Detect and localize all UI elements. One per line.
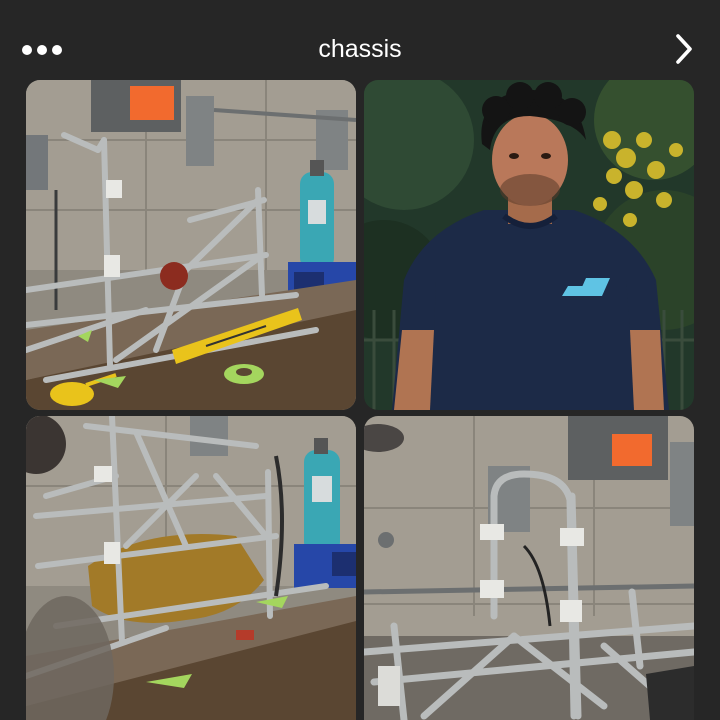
- more-dot-icon: [52, 45, 62, 55]
- header-bar: chassis: [0, 0, 720, 80]
- photo-tile-chassis-bench[interactable]: [26, 80, 356, 410]
- chassis-bench-photo: [26, 80, 356, 410]
- album-title: chassis: [318, 35, 402, 63]
- chassis-closeup-photo: [364, 416, 694, 720]
- chassis-angle-photo: [26, 416, 356, 720]
- more-dot-icon: [22, 45, 32, 55]
- chevron-right-icon: [676, 34, 692, 64]
- portrait-photo: [364, 80, 694, 410]
- photo-tile-portrait[interactable]: [364, 80, 694, 410]
- more-dot-icon: [37, 45, 47, 55]
- gallery-screen: chassis: [0, 0, 720, 720]
- more-options-button[interactable]: [22, 34, 74, 66]
- photo-grid: [26, 80, 694, 720]
- photo-tile-chassis-angle[interactable]: [26, 416, 356, 720]
- photo-tile-chassis-closeup[interactable]: [364, 416, 694, 720]
- next-button[interactable]: [668, 32, 700, 66]
